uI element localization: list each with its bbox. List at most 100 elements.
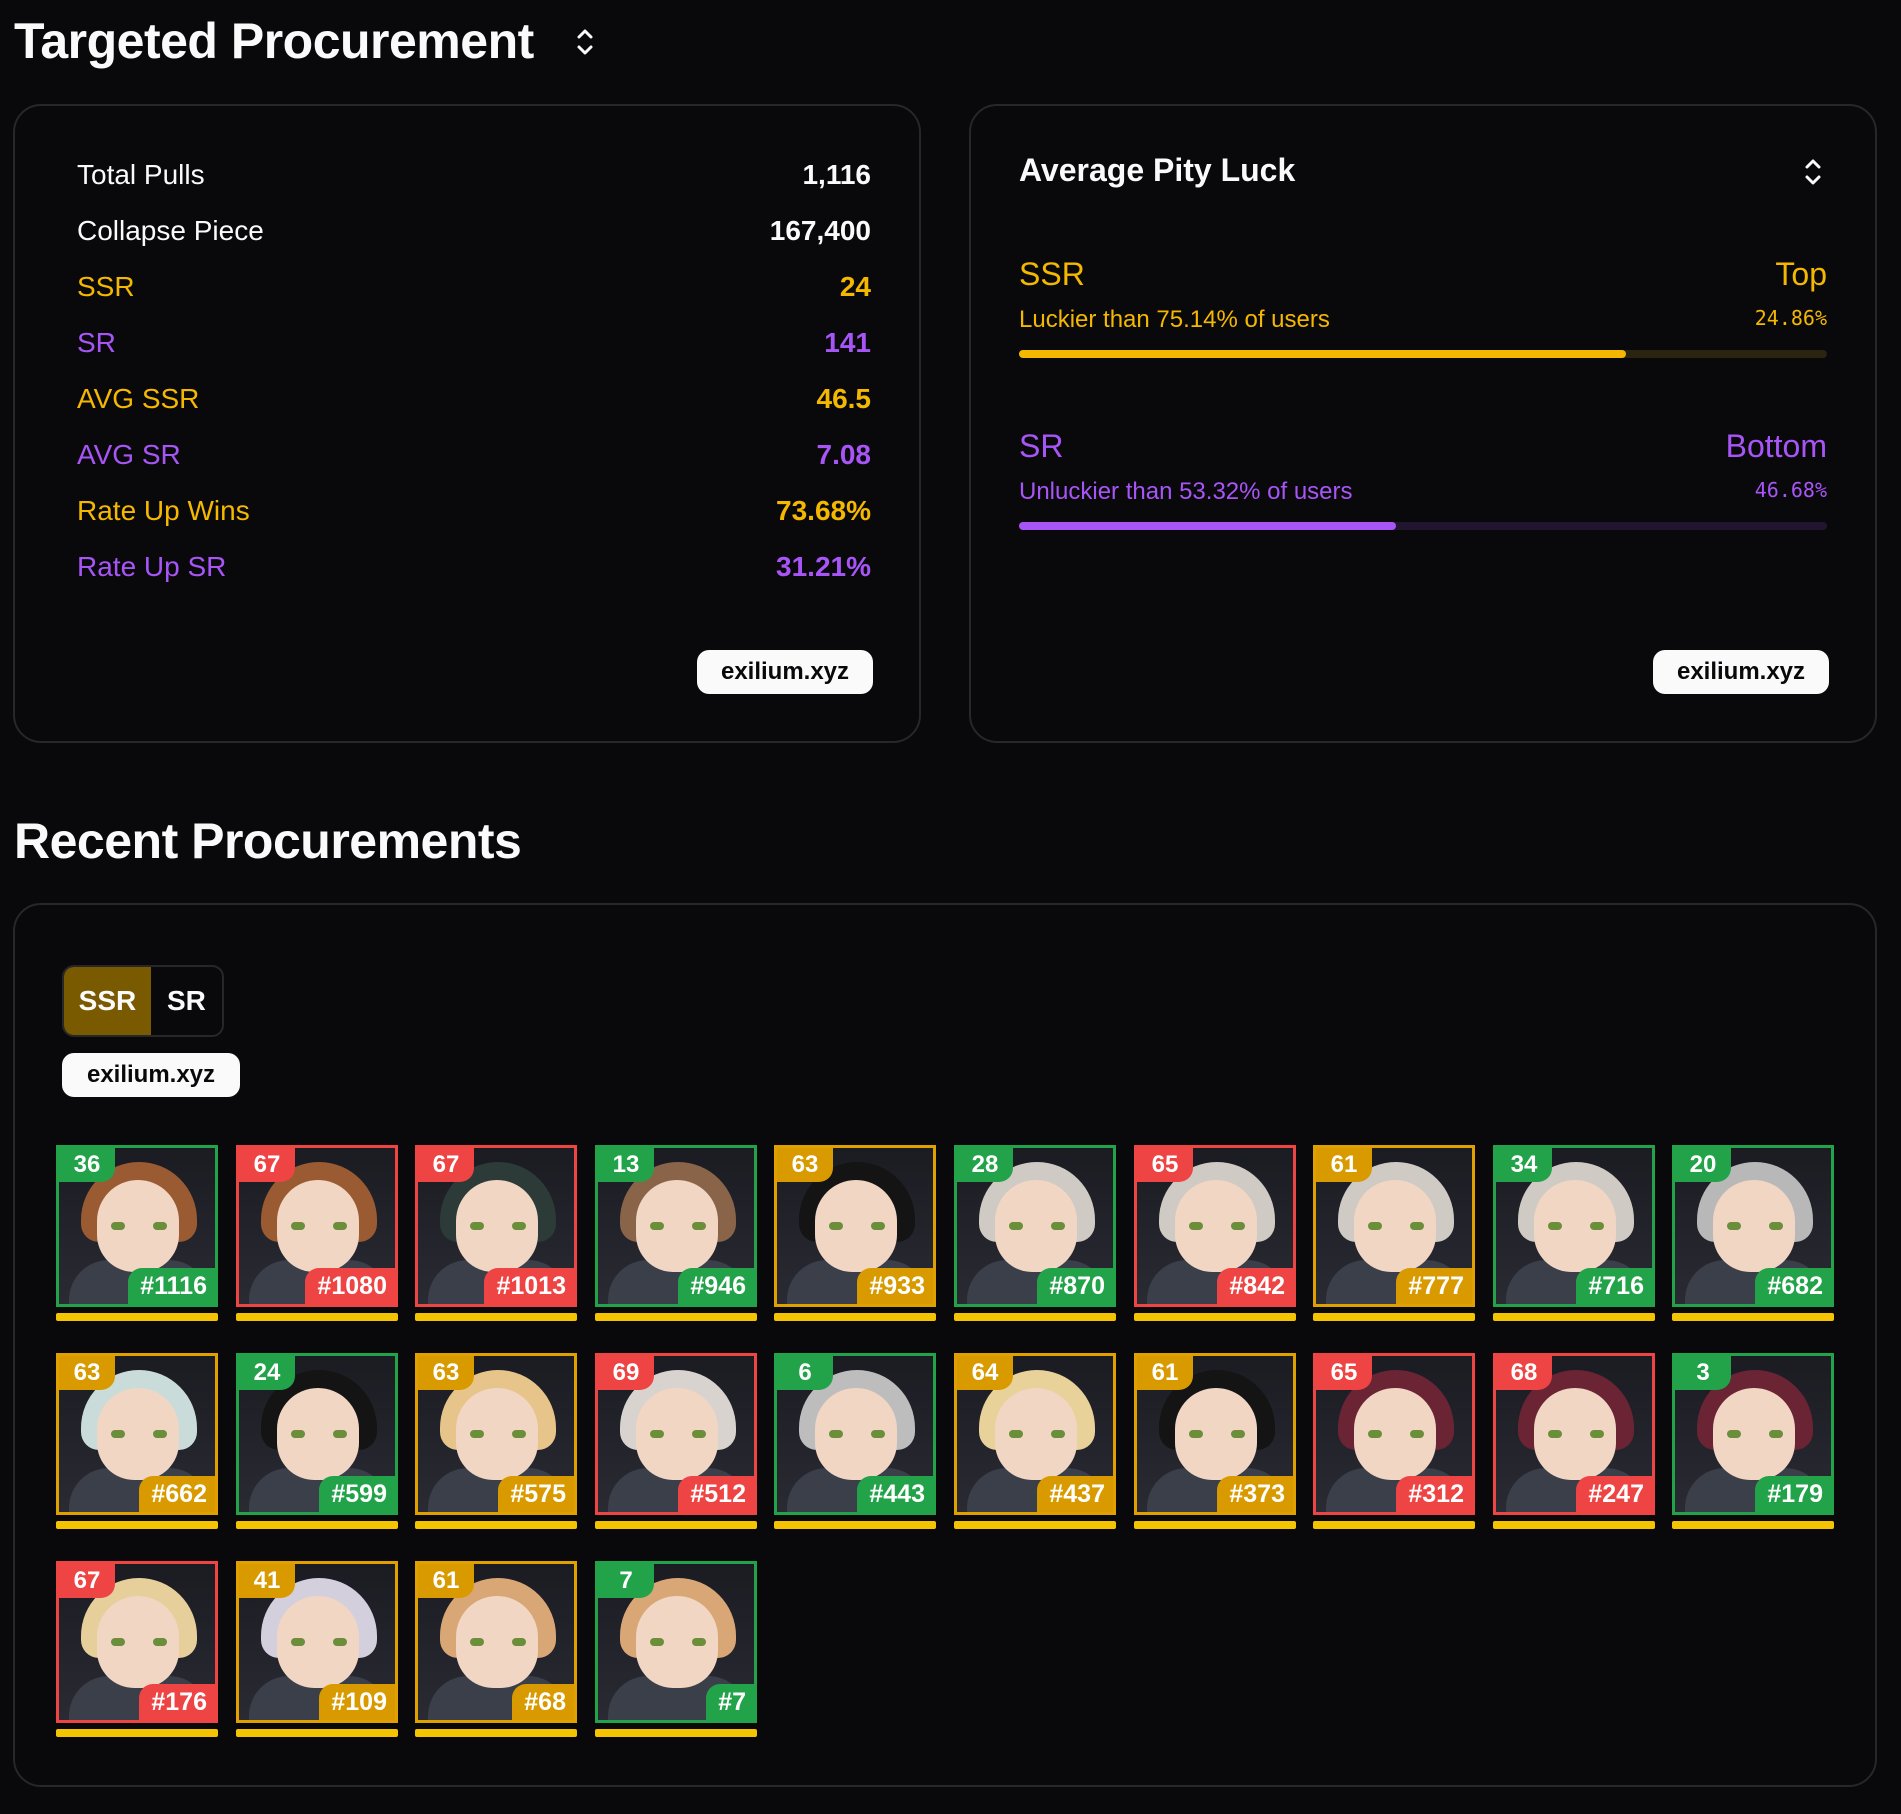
pity-count-badge: 69 bbox=[598, 1356, 654, 1390]
rarity-underline bbox=[236, 1729, 398, 1737]
stat-row: AVG SSR 46.5 bbox=[77, 379, 871, 419]
banner-select-button[interactable] bbox=[572, 22, 598, 62]
pull-card[interactable]: 67 #1080 bbox=[236, 1145, 398, 1321]
stat-value: 167,400 bbox=[769, 215, 871, 246]
pity-count-badge: 13 bbox=[598, 1148, 654, 1182]
pull-number-badge: #682 bbox=[1755, 1268, 1831, 1304]
character-portrait: 61 #373 bbox=[1134, 1353, 1296, 1515]
pull-card[interactable]: 68 #247 bbox=[1493, 1353, 1655, 1529]
character-portrait: 67 #176 bbox=[56, 1561, 218, 1723]
pity-count-badge: 28 bbox=[957, 1148, 1013, 1182]
stat-value: 141 bbox=[824, 327, 871, 358]
pull-card[interactable]: 69 #512 bbox=[595, 1353, 757, 1529]
portrait-eye bbox=[871, 1430, 885, 1438]
pity-count-badge: 63 bbox=[777, 1148, 833, 1182]
portrait-eye bbox=[692, 1222, 706, 1230]
pull-number-badge: #842 bbox=[1217, 1268, 1293, 1304]
pity-count-badge: 3 bbox=[1675, 1356, 1731, 1390]
ssr-luck-pct: 24.86% bbox=[1754, 306, 1827, 330]
pity-luck-card: Average Pity Luck SSR Top Luckier than 7… bbox=[969, 104, 1877, 743]
rarity-underline bbox=[236, 1313, 398, 1321]
pull-card[interactable]: 67 #1013 bbox=[415, 1145, 577, 1321]
sr-luck-desc: Unluckier than 53.32% of users bbox=[1019, 478, 1353, 505]
character-portrait: 67 #1080 bbox=[236, 1145, 398, 1307]
portrait-eye bbox=[111, 1638, 125, 1646]
toggle-ssr[interactable]: SSR bbox=[64, 967, 151, 1035]
character-portrait: 36 #1116 bbox=[56, 1145, 218, 1307]
pull-card[interactable]: 63 #933 bbox=[774, 1145, 936, 1321]
character-portrait: 69 #512 bbox=[595, 1353, 757, 1515]
pull-card[interactable]: 61 #68 bbox=[415, 1561, 577, 1737]
rarity-underline bbox=[1134, 1313, 1296, 1321]
pull-card[interactable]: 7 #7 bbox=[595, 1561, 757, 1737]
rarity-underline bbox=[1313, 1521, 1475, 1529]
pull-card[interactable]: 65 #842 bbox=[1134, 1145, 1296, 1321]
pull-number-badge: #599 bbox=[319, 1476, 395, 1512]
pull-card[interactable]: 24 #599 bbox=[236, 1353, 398, 1529]
stat-value: 73.68% bbox=[776, 495, 871, 526]
pull-card[interactable]: 63 #575 bbox=[415, 1353, 577, 1529]
sr-luck-pct: 46.68% bbox=[1754, 478, 1827, 502]
pity-count-badge: 68 bbox=[1496, 1356, 1552, 1390]
rarity-underline bbox=[56, 1729, 218, 1737]
pull-number-badge: #933 bbox=[857, 1268, 933, 1304]
pull-card[interactable]: 61 #373 bbox=[1134, 1353, 1296, 1529]
rarity-underline bbox=[56, 1313, 218, 1321]
watermark-badge: exilium.xyz bbox=[697, 650, 873, 694]
stat-label: SR bbox=[77, 327, 116, 358]
character-portrait: 7 #7 bbox=[595, 1561, 757, 1723]
stat-row: AVG SR 7.08 bbox=[77, 435, 871, 475]
luck-select-button[interactable] bbox=[1801, 154, 1825, 190]
pull-card[interactable]: 6 #443 bbox=[774, 1353, 936, 1529]
pull-card[interactable]: 3 #179 bbox=[1672, 1353, 1834, 1529]
pity-count-badge: 65 bbox=[1137, 1148, 1193, 1182]
portrait-eye bbox=[333, 1638, 347, 1646]
character-portrait: 67 #1013 bbox=[415, 1145, 577, 1307]
pull-card[interactable]: 13 #946 bbox=[595, 1145, 757, 1321]
portrait-eye bbox=[111, 1430, 125, 1438]
rarity-underline bbox=[236, 1521, 398, 1529]
character-portrait: 61 #777 bbox=[1313, 1145, 1475, 1307]
pull-card[interactable]: 28 #870 bbox=[954, 1145, 1116, 1321]
pull-number-badge: #437 bbox=[1037, 1476, 1113, 1512]
portrait-eye bbox=[512, 1638, 526, 1646]
pull-card[interactable]: 41 #109 bbox=[236, 1561, 398, 1737]
pity-count-badge: 65 bbox=[1316, 1356, 1372, 1390]
portrait-eye bbox=[1769, 1222, 1783, 1230]
character-portrait: 65 #312 bbox=[1313, 1353, 1475, 1515]
pull-card[interactable]: 64 #437 bbox=[954, 1353, 1116, 1529]
pull-number-badge: #870 bbox=[1037, 1268, 1113, 1304]
rarity-underline bbox=[954, 1313, 1116, 1321]
pull-number-badge: #7 bbox=[706, 1684, 754, 1720]
sr-luck-label: SR bbox=[1019, 428, 1064, 464]
page-title: Targeted Procurement bbox=[14, 13, 534, 69]
pull-card[interactable]: 20 #682 bbox=[1672, 1145, 1834, 1321]
pity-count-badge: 63 bbox=[418, 1356, 474, 1390]
pull-card[interactable]: 67 #176 bbox=[56, 1561, 218, 1737]
pull-card[interactable]: 36 #1116 bbox=[56, 1145, 218, 1321]
toggle-sr[interactable]: SR bbox=[151, 967, 222, 1035]
pity-count-badge: 61 bbox=[1316, 1148, 1372, 1182]
pull-card[interactable]: 34 #716 bbox=[1493, 1145, 1655, 1321]
rarity-underline bbox=[1313, 1313, 1475, 1321]
stat-value: 31.21% bbox=[776, 551, 871, 582]
pity-count-badge: 67 bbox=[59, 1564, 115, 1598]
pull-number-badge: #1013 bbox=[484, 1268, 574, 1304]
portrait-eye bbox=[1051, 1222, 1065, 1230]
pull-number-badge: #1116 bbox=[128, 1268, 215, 1304]
pull-card[interactable]: 65 #312 bbox=[1313, 1353, 1475, 1529]
pull-number-badge: #777 bbox=[1396, 1268, 1472, 1304]
portrait-eye bbox=[1769, 1430, 1783, 1438]
character-portrait: 63 #933 bbox=[774, 1145, 936, 1307]
sr-luck-bar-fill bbox=[1019, 522, 1397, 530]
rarity-underline bbox=[595, 1313, 757, 1321]
stat-value: 1,116 bbox=[802, 159, 871, 190]
pull-card[interactable]: 63 #662 bbox=[56, 1353, 218, 1529]
pity-count-badge: 34 bbox=[1496, 1148, 1552, 1182]
pull-card[interactable]: 61 #777 bbox=[1313, 1145, 1475, 1321]
pull-number-badge: #312 bbox=[1396, 1476, 1472, 1512]
watermark-badge: exilium.xyz bbox=[62, 1053, 240, 1097]
rarity-underline bbox=[415, 1313, 577, 1321]
pull-number-badge: #68 bbox=[512, 1684, 574, 1720]
portrait-eye bbox=[650, 1430, 664, 1438]
